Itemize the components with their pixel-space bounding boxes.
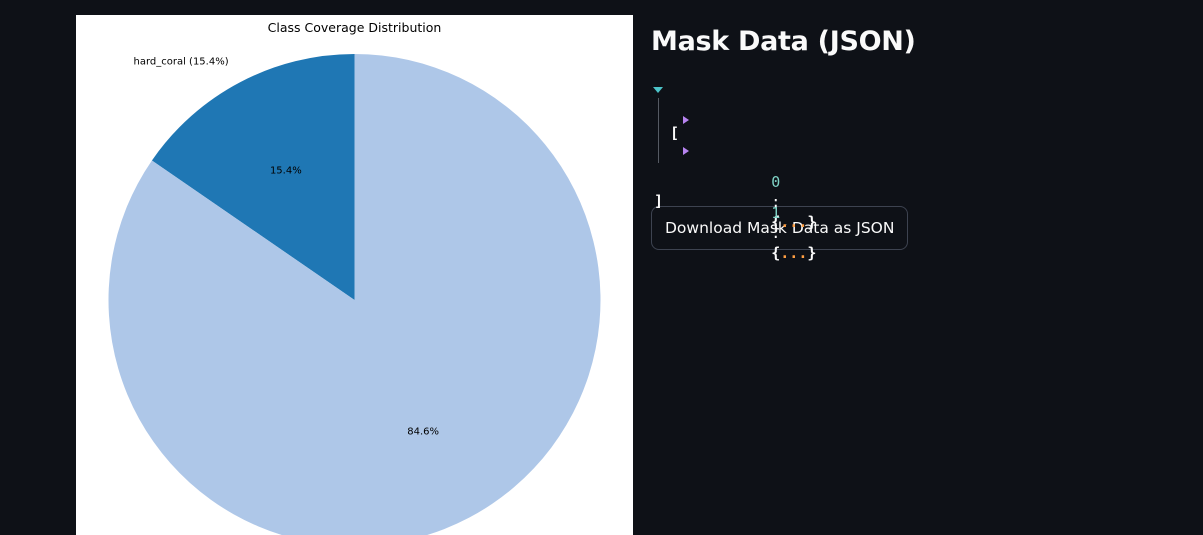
collapse-caret-icon[interactable] <box>653 87 663 93</box>
expand-caret-icon[interactable] <box>683 116 689 124</box>
open-bracket: [ <box>670 124 680 142</box>
json-item-0[interactable]: 0 : {...} <box>683 112 816 231</box>
json-root-line[interactable]: [ <box>651 83 705 142</box>
indent-guide <box>658 98 659 163</box>
json-item-1[interactable]: 1 : {...} <box>683 143 816 262</box>
chart-title: Class Coverage Distribution <box>268 20 442 35</box>
json-close-brace: } <box>807 244 817 262</box>
close-bracket: ] <box>654 192 664 210</box>
expand-caret-icon[interactable] <box>683 147 689 155</box>
pie-chart-panel: Class Coverage Distribution 15.4% hard_co… <box>76 15 633 535</box>
pie-pct-label: 84.6% <box>407 427 439 438</box>
pie-slices <box>108 54 601 535</box>
mask-data-panel: Mask Data (JSON) [ 0 : {...} 1 : {...} ] <box>651 20 1181 262</box>
json-ellipsis[interactable]: ... <box>780 244 807 262</box>
pie-category-label: hard_coral (15.4%) <box>133 56 228 67</box>
json-colon: : <box>771 224 781 242</box>
json-viewer: [ 0 : {...} 1 : {...} ] <box>651 78 1181 262</box>
pie-chart: Class Coverage Distribution 15.4% hard_co… <box>108 20 601 535</box>
page-title: Mask Data (JSON) <box>651 26 916 57</box>
json-item-index: 1 <box>771 204 781 222</box>
json-root-close-line: ] <box>651 171 705 210</box>
json-open-brace: { <box>771 244 781 262</box>
pie-pct-label: 15.4% <box>270 165 302 176</box>
